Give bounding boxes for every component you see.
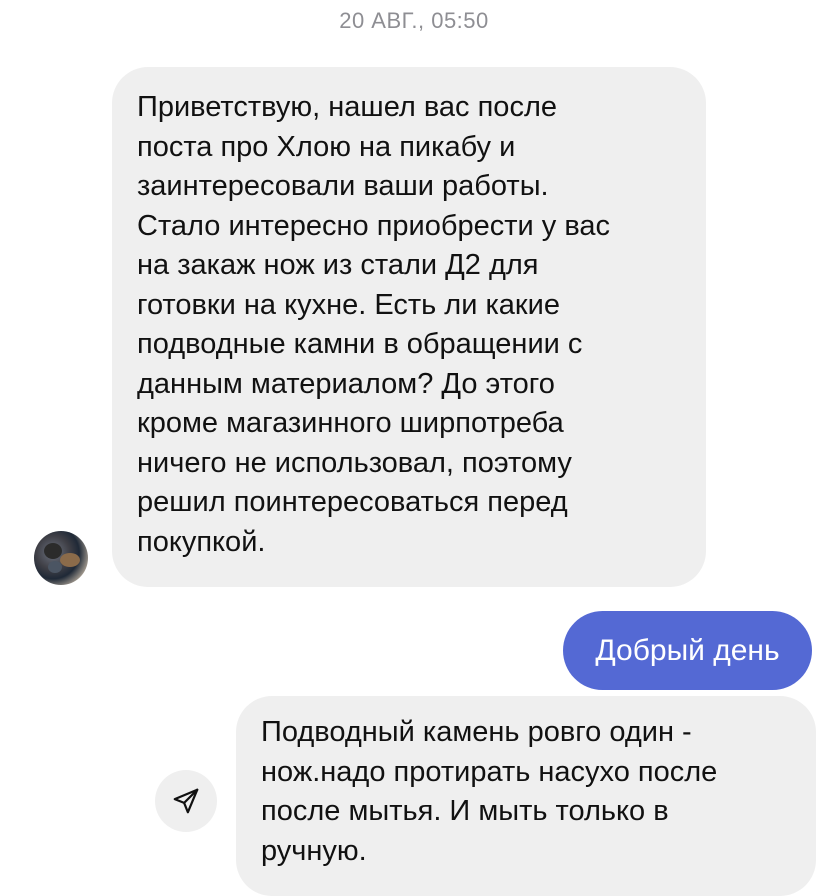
message-line: ничего не использовал, поэтому	[137, 446, 572, 479]
message-line: готовки на кухне. Есть ли какие	[137, 288, 560, 321]
share-message-button[interactable]	[155, 770, 217, 832]
message-line: решил поинтересоваться перед	[137, 486, 568, 518]
message-line: после мытья. И мыть только в	[261, 795, 669, 827]
avatar-image-detail	[44, 543, 62, 559]
sender-avatar[interactable]	[34, 531, 88, 585]
avatar-image-detail	[48, 561, 62, 573]
message-line: кроме магазинного ширпотреба	[137, 407, 564, 439]
message-line: Стало интересно приобрести у вас	[137, 209, 611, 242]
paper-plane-icon	[173, 788, 199, 814]
message-line: данным материалом? До этого	[137, 367, 555, 400]
message-line: покупкой.	[137, 525, 266, 558]
message-line: нож.надо протирать насухо после	[261, 755, 718, 788]
avatar-image-detail	[60, 553, 80, 567]
incoming-message-bubble[interactable]: Приветствую, нашел вас после поста про Х…	[112, 67, 706, 587]
message-line: на закаж нож из стали Д2 для	[137, 249, 539, 281]
incoming-message-bubble[interactable]: Подводный камень ровго один - нож.надо п…	[236, 696, 816, 896]
message-line: подводные камни в обращении с	[137, 328, 583, 360]
message-line: заинтересовали ваши работы.	[137, 170, 549, 202]
message-line: Приветствую, нашел вас после	[137, 91, 557, 123]
message-timestamp: 20 АВГ., 05:50	[339, 8, 489, 33]
message-line: Подводный камень ровго один -	[261, 716, 692, 748]
message-line: поста про Хлою на пикабу и	[137, 130, 516, 163]
message-line: ручную.	[261, 834, 367, 867]
outgoing-message-bubble[interactable]: Добрый день	[563, 611, 812, 690]
